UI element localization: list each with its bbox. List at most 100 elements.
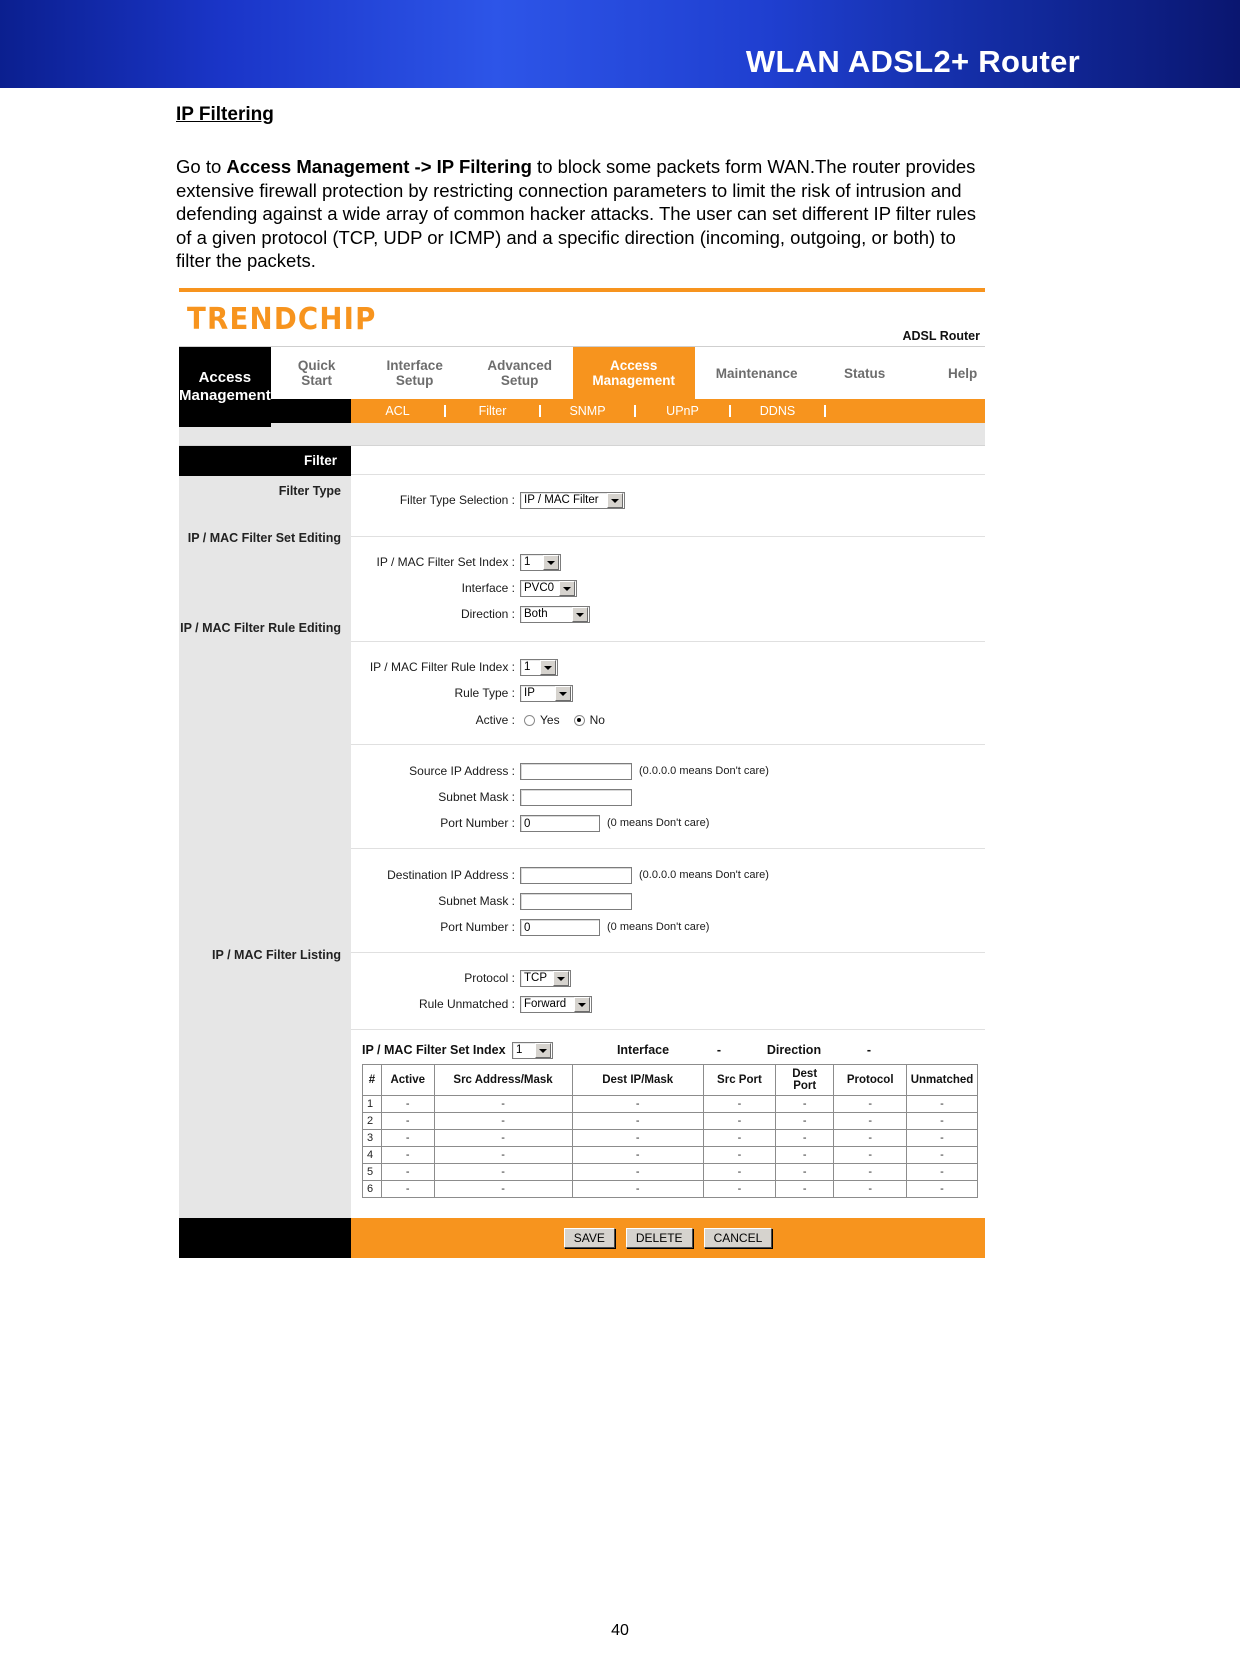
select-rule-type[interactable]: IP xyxy=(520,684,573,702)
label-dest-port: Port Number : xyxy=(440,920,515,934)
nav-sub-bar: ACL Filter SNMP UPnP DDNS xyxy=(351,399,985,423)
footer-buttons: SAVE DELETE CANCEL xyxy=(351,1218,985,1258)
label-dest-mask: Subnet Mask : xyxy=(438,894,515,908)
nav-item-maintenance[interactable]: Maintenance xyxy=(695,347,819,399)
select-filter-type-selection[interactable]: IP / MAC Filter xyxy=(520,491,625,509)
select-interface-value: PVC0 xyxy=(524,582,555,594)
select-interface[interactable]: PVC0 xyxy=(520,579,577,597)
section-listing: IP / MAC Filter Set Index 1 Interface - … xyxy=(351,1030,985,1218)
radio-active-no[interactable] xyxy=(573,714,585,726)
hint-dest-ip: (0.0.0.0 means Don't care) xyxy=(639,869,769,881)
radio-active-no-label: No xyxy=(589,713,605,727)
save-button[interactable]: SAVE xyxy=(563,1228,615,1248)
table-row: 3------- xyxy=(362,1129,978,1147)
cell-dest: - xyxy=(571,1180,704,1198)
subnav-item-snmp[interactable]: SNMP xyxy=(541,404,636,418)
table-row: 4------- xyxy=(362,1146,978,1164)
select-rule-index[interactable]: 1 xyxy=(520,658,558,676)
subnav-item-acl[interactable]: ACL xyxy=(351,404,446,418)
nav-item-help[interactable]: Help xyxy=(911,347,1015,399)
cell-active: - xyxy=(380,1112,435,1130)
cell-active: - xyxy=(380,1163,435,1181)
cell-protocol: - xyxy=(833,1129,907,1147)
select-rule-unmatched[interactable]: Forward xyxy=(520,995,592,1013)
subnav-item-filter[interactable]: Filter xyxy=(446,404,541,418)
listing-header-row: IP / MAC Filter Set Index 1 Interface - … xyxy=(351,1036,985,1064)
nav-items: Quick Start Interface Setup Advanced Set… xyxy=(270,347,1015,399)
listing-set-index-label: IP / MAC Filter Set Index xyxy=(362,1043,506,1057)
select-listing-set-index[interactable]: 1 xyxy=(512,1041,553,1059)
input-source-port[interactable]: 0 xyxy=(520,814,600,832)
nav-item-advanced-setup[interactable]: Advanced Setup xyxy=(467,347,573,399)
group-label-rule-editing: IP / MAC Filter Rule Editing xyxy=(180,621,341,635)
cell-protocol: - xyxy=(833,1180,907,1198)
select-set-index[interactable]: 1 xyxy=(520,553,561,571)
section-destination: Destination IP Address : (0.0.0.0 means … xyxy=(351,864,985,953)
label-dest-ip: Destination IP Address : xyxy=(387,868,515,882)
chevron-down-icon xyxy=(553,970,569,986)
cell-src-port: - xyxy=(702,1095,776,1113)
nav-sub-row: ACL Filter SNMP UPnP DDNS xyxy=(179,399,985,423)
nav-item-interface-setup[interactable]: Interface Setup xyxy=(363,347,467,399)
select-rule-unmatched-value: Forward xyxy=(524,998,567,1010)
label-source-port: Port Number : xyxy=(440,816,515,830)
col-dest-port: Dest Port xyxy=(774,1064,835,1096)
footer-action-bar: SAVE DELETE CANCEL xyxy=(179,1218,985,1258)
nav-item-access-management[interactable]: Access Management xyxy=(572,347,695,399)
cell-protocol: - xyxy=(833,1163,907,1181)
select-direction-value: Both xyxy=(524,608,548,620)
subnav-item-upnp[interactable]: UPnP xyxy=(636,404,731,418)
chevron-down-icon xyxy=(540,659,556,675)
cell-index: 3 xyxy=(362,1129,382,1147)
cell-index: 4 xyxy=(362,1146,382,1164)
select-protocol[interactable]: TCP xyxy=(520,969,571,987)
section-heading: IP Filtering xyxy=(176,104,274,125)
nav-item-status[interactable]: Status xyxy=(819,347,911,399)
listing-direction-value: - xyxy=(866,1043,872,1057)
cell-src-port: - xyxy=(702,1180,776,1198)
group-label-listing: IP / MAC Filter Listing xyxy=(212,948,341,962)
input-source-mask[interactable] xyxy=(520,788,632,806)
cell-active: - xyxy=(380,1146,435,1164)
cell-active: - xyxy=(380,1129,435,1147)
col-protocol: Protocol xyxy=(833,1064,907,1096)
label-rule-index: IP / MAC Filter Rule Index : xyxy=(369,660,515,674)
content-body: Filter Filter Type IP / MAC Filter Set E… xyxy=(179,446,985,1218)
section-rule-editing: IP / MAC Filter Rule Index : 1 Rule Type… xyxy=(351,656,985,745)
col-src-port: Src Port xyxy=(702,1064,776,1096)
brand-row: TRENDCHIP ADSL Router xyxy=(179,292,985,347)
page-title: Filter xyxy=(179,446,351,476)
cell-src: - xyxy=(433,1163,573,1181)
subnav-item-ddns[interactable]: DDNS xyxy=(731,404,826,418)
cell-src: - xyxy=(433,1180,573,1198)
hint-source-port: (0 means Don't care) xyxy=(607,817,710,829)
cell-index: 6 xyxy=(362,1180,382,1198)
select-rule-type-value: IP xyxy=(524,687,535,699)
input-dest-mask[interactable] xyxy=(520,892,632,910)
section-paragraph: Go to Access Management -> IP Filtering … xyxy=(176,155,988,273)
filter-listing-table: # Active Src Address/Mask Dest IP/Mask S… xyxy=(362,1064,978,1198)
table-row: 5------- xyxy=(362,1163,978,1181)
radio-active-yes[interactable] xyxy=(524,714,535,726)
input-source-ip[interactable] xyxy=(520,762,632,780)
select-direction[interactable]: Both xyxy=(520,605,590,623)
cell-src: - xyxy=(433,1129,573,1147)
input-dest-ip[interactable] xyxy=(520,866,632,884)
navigation: Access Management Quick Start Interface … xyxy=(179,347,1015,427)
label-rule-unmatched: Rule Unmatched : xyxy=(418,997,515,1011)
delete-button[interactable]: DELETE xyxy=(625,1228,693,1248)
paragraph-prefix: Go to xyxy=(176,156,227,177)
col-active: Active xyxy=(380,1064,435,1096)
table-row: 1------- xyxy=(362,1095,978,1113)
cancel-button[interactable]: CANCEL xyxy=(703,1228,773,1248)
cell-dest: - xyxy=(571,1095,704,1113)
label-filter-type-selection: Filter Type Selection : xyxy=(399,493,515,507)
input-dest-port[interactable]: 0 xyxy=(520,918,600,936)
cell-dest-port: - xyxy=(774,1112,835,1130)
cell-index: 1 xyxy=(362,1095,382,1113)
nav-item-quick-start[interactable]: Quick Start xyxy=(271,347,363,399)
cell-dest-port: - xyxy=(774,1146,835,1164)
chevron-down-icon xyxy=(555,685,571,701)
chevron-down-icon xyxy=(559,580,575,596)
brand-logo: TRENDCHIP xyxy=(187,302,377,337)
